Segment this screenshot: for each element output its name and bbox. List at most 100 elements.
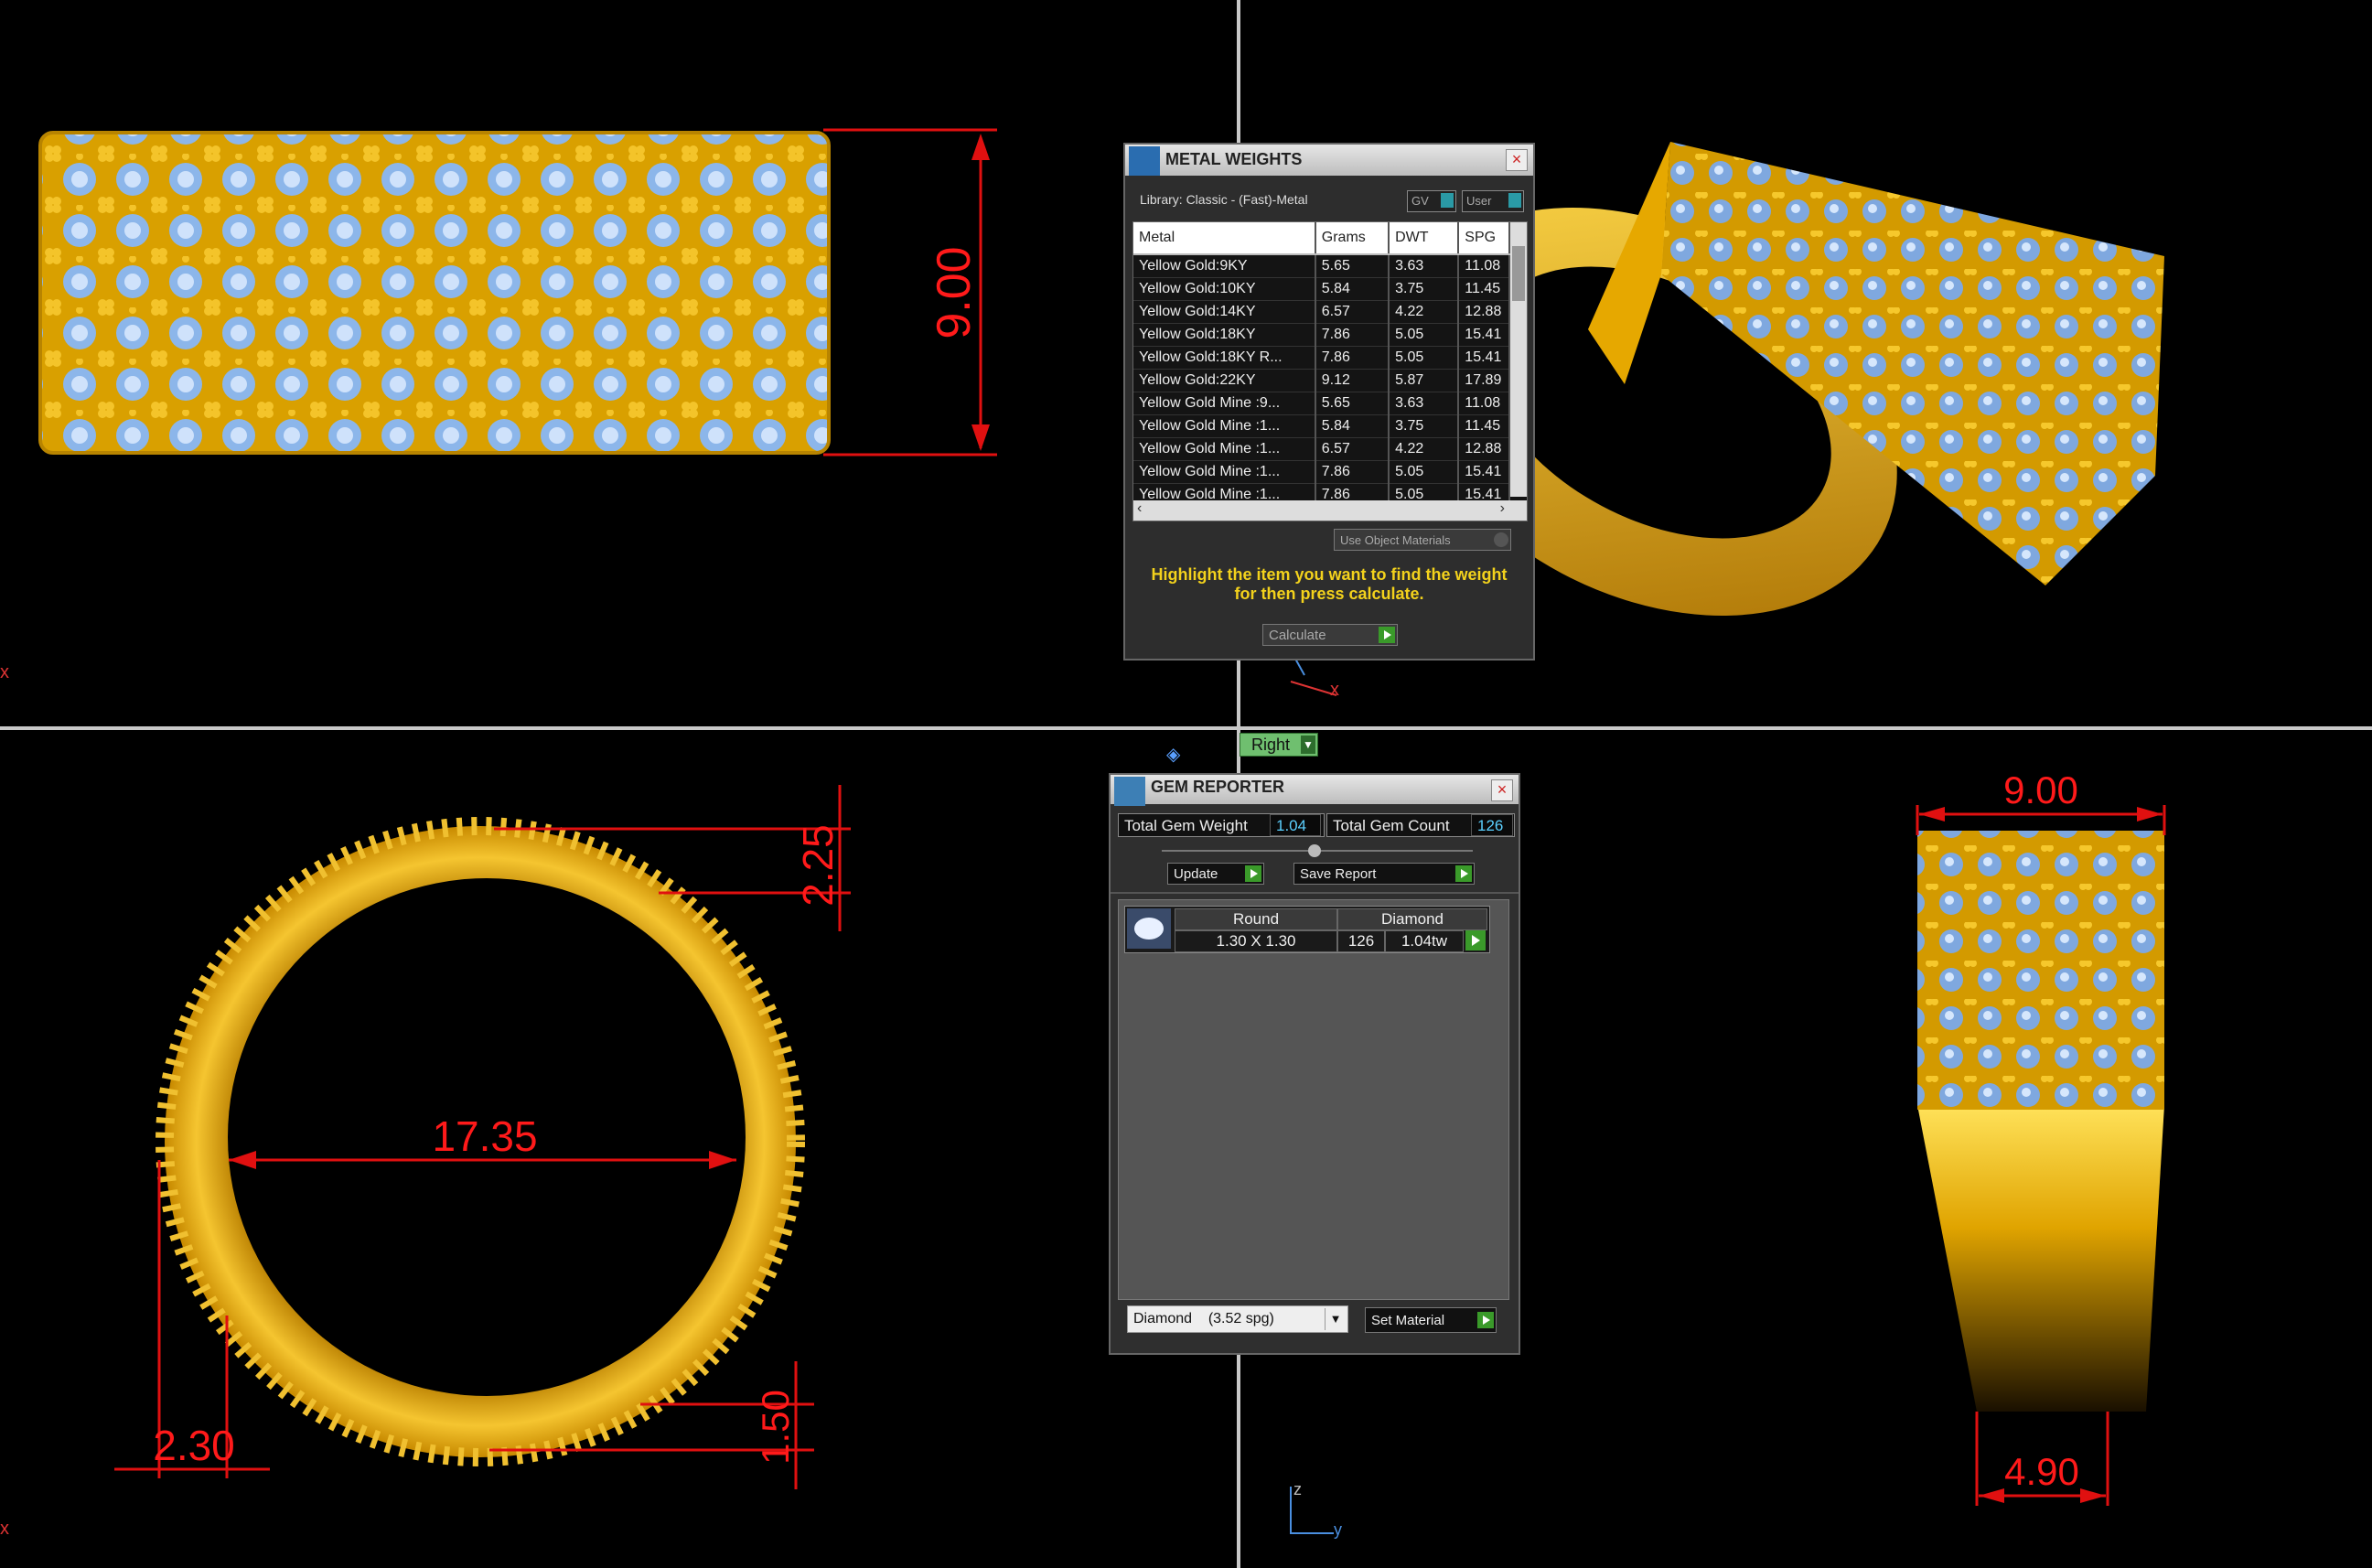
material-select-value: Diamond (3.52 spg) (1133, 1311, 1274, 1326)
metal-row[interactable]: Yellow Gold:22KY 9.12 5.87 17.89 (1133, 369, 1510, 392)
metal-row[interactable]: Yellow Gold:10KY 5.84 3.75 11.45 (1133, 277, 1510, 301)
use-object-materials-toggle[interactable]: Use Object Materials (1334, 529, 1511, 551)
user-button[interactable]: User (1462, 190, 1524, 212)
metal-name: Yellow Gold:18KY (1133, 323, 1316, 347)
set-material-label: Set Material (1371, 1313, 1445, 1328)
ring-end-view[interactable] (1917, 831, 2164, 1412)
gv-label: GV (1411, 194, 1429, 208)
band-front-view[interactable] (40, 133, 829, 453)
close-icon[interactable]: × (1506, 149, 1528, 171)
metal-weights-panel: METAL WEIGHTS × Library: Classic - (Fast… (1123, 143, 1535, 660)
metal-name: Yellow Gold:9KY (1133, 254, 1316, 278)
round-gem-icon (1127, 908, 1171, 949)
scroll-thumb[interactable] (1512, 246, 1525, 301)
set-material-button[interactable]: Set Material (1365, 1307, 1497, 1333)
save-report-button[interactable]: Save Report (1293, 863, 1475, 885)
metal-dwt: 5.05 (1389, 323, 1460, 347)
calculate-button[interactable]: Calculate (1262, 624, 1398, 646)
metal-spg: 15.41 (1458, 346, 1510, 370)
metal-spg: 15.41 (1458, 460, 1510, 484)
axis-x-label-perspective: x (1330, 680, 1339, 700)
gv-button[interactable]: GV (1407, 190, 1456, 212)
metal-name: Yellow Gold:10KY (1133, 277, 1316, 301)
metal-spg: 11.45 (1458, 414, 1510, 438)
metal-row[interactable]: Yellow Gold:18KY 7.86 5.05 15.41 (1133, 323, 1510, 347)
metal-grams: 5.84 (1315, 277, 1390, 301)
dimension-top-thickness: 2.25 (794, 824, 842, 907)
axis-z-line (1290, 1487, 1292, 1534)
metal-row[interactable]: Yellow Gold:14KY 6.57 4.22 12.88 (1133, 300, 1510, 324)
metal-name: Yellow Gold:18KY R... (1133, 346, 1316, 370)
gem-reporter-panel: GEM REPORTER × Total Gem Weight 1.04 Tot… (1109, 773, 1520, 1355)
metal-spg: 12.88 (1458, 300, 1510, 324)
axis-x-label: x (0, 662, 9, 682)
play-icon (1245, 865, 1261, 882)
metal-dwt: 4.22 (1389, 300, 1460, 324)
total-gem-count-value: 126 (1471, 814, 1513, 836)
material-select[interactable]: Diamond (3.52 spg) ▼ (1127, 1305, 1348, 1333)
gem-shape: Round (1175, 908, 1337, 930)
metal-dwt: 3.63 (1389, 254, 1460, 278)
chevron-down-icon[interactable]: ▼ (1301, 736, 1315, 754)
collapse-handle-icon[interactable] (1308, 844, 1321, 857)
instruction-text: Highlight the item you want to find the … (1125, 565, 1533, 604)
info-icon (1508, 193, 1521, 208)
play-icon (1379, 627, 1395, 643)
gem-reporter-title: GEM REPORTER (1151, 778, 1285, 796)
update-button[interactable]: Update (1167, 863, 1264, 885)
gem-list[interactable]: Round Diamond 1.30 X 1.30 126 1.04tw (1118, 899, 1509, 1300)
metal-spg: 15.41 (1458, 323, 1510, 347)
axis-z-label: z (1293, 1480, 1302, 1498)
metal-grams: 7.86 (1315, 460, 1390, 484)
save-report-label: Save Report (1300, 866, 1377, 882)
view-dropdown-label: Right (1251, 736, 1291, 754)
instruction-line-2: for then press calculate. (1234, 585, 1424, 603)
axis-x-label-bottom: x (0, 1519, 9, 1539)
axis-y-line (1290, 1532, 1334, 1534)
gem-row-play-button[interactable] (1465, 930, 1486, 950)
axis-y-label: y (1334, 1520, 1342, 1539)
viewport-top-left[interactable]: 9.00 (0, 0, 1237, 726)
metal-table-container[interactable]: Metal Grams DWT SPG Yellow Gold:9KY 5.65 3… (1132, 221, 1528, 521)
metal-dwt: 5.05 (1389, 460, 1460, 484)
col-header-metal[interactable]: Metal (1133, 222, 1316, 255)
info-icon (1441, 193, 1454, 208)
metal-name: Yellow Gold:22KY (1133, 369, 1316, 392)
metal-grams: 6.57 (1315, 300, 1390, 324)
col-header-dwt[interactable]: DWT (1389, 222, 1460, 255)
metal-grams: 7.86 (1315, 323, 1390, 347)
metal-row[interactable]: Yellow Gold Mine :1... 5.84 3.75 11.45 (1133, 414, 1510, 438)
calculate-label: Calculate (1269, 628, 1326, 643)
metal-row[interactable]: Yellow Gold Mine :1... 7.86 5.05 15.41 (1133, 460, 1510, 484)
chevron-left-icon[interactable]: ‹ (1137, 500, 1142, 517)
gem-reporter-titlebar[interactable]: GEM REPORTER × (1111, 775, 1519, 806)
chevron-down-icon[interactable]: ▼ (1325, 1308, 1346, 1330)
horizontal-scrollbar[interactable]: ‹ › (1133, 500, 1527, 521)
col-header-spg[interactable]: SPG (1458, 222, 1510, 255)
dimension-side-width: 2.30 (153, 1422, 235, 1469)
close-icon[interactable]: × (1491, 779, 1513, 801)
metal-row[interactable]: Yellow Gold Mine :9... 5.65 3.63 11.08 (1133, 392, 1510, 415)
total-gem-weight-value: 1.04 (1270, 814, 1321, 836)
chevron-right-icon[interactable]: › (1500, 500, 1505, 517)
viewport-bottom-left[interactable]: 17.35 2.25 2.30 1.50 (0, 730, 1237, 1568)
metal-spg: 11.45 (1458, 277, 1510, 301)
dimension-height-front: 9.00 (928, 246, 981, 338)
user-label: User (1466, 194, 1492, 208)
metal-weights-titlebar[interactable]: METAL WEIGHTS × (1125, 145, 1533, 176)
vertical-scrollbar[interactable] (1510, 222, 1527, 497)
metal-spg: 17.89 (1458, 369, 1510, 392)
gem-row[interactable]: Round Diamond 1.30 X 1.30 126 1.04tw (1124, 906, 1490, 953)
col-header-grams[interactable]: Grams (1315, 222, 1390, 255)
metal-spg: 11.08 (1458, 254, 1510, 278)
gem-reporter-icon (1114, 777, 1145, 806)
metal-row[interactable]: Yellow Gold:9KY 5.65 3.63 11.08 (1133, 254, 1510, 278)
metal-grams: 5.84 (1315, 414, 1390, 438)
metal-row[interactable]: Yellow Gold Mine :1... 6.57 4.22 12.88 (1133, 437, 1510, 461)
metal-grams: 9.12 (1315, 369, 1390, 392)
dimension-end-width-top: 9.00 (2003, 768, 2078, 811)
diamond-gizmo-icon[interactable]: ◈ (1166, 743, 1194, 765)
play-icon (1455, 865, 1472, 882)
metal-row[interactable]: Yellow Gold:18KY R... 7.86 5.05 15.41 (1133, 346, 1510, 370)
view-dropdown[interactable]: Right ▼ (1240, 733, 1318, 757)
